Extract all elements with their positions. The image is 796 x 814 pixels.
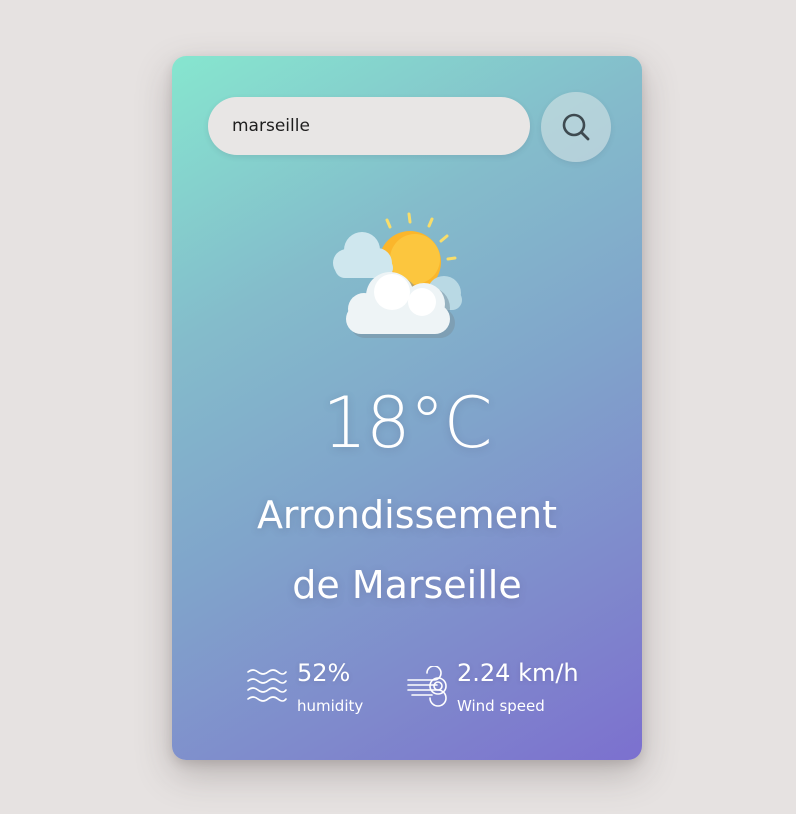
humidity-waves-icon [247,669,287,702]
humidity-stat: 52% humidity [246,656,386,726]
humidity-label: humidity [297,697,364,715]
temperature: 18°C [322,382,493,464]
city-name: Arrondissement de Marseille [192,480,622,620]
weather-card: 18°C Arrondissement de Marseille 52% hum… [172,56,642,760]
humidity-value: 52% [297,659,351,687]
weather-details: 52% humidity 2.24 km/h Wind speed [172,656,642,726]
wind-stat: 2.24 km/h Wind speed [406,656,616,726]
search-bar [208,92,614,162]
city-name-line-2: de Marseille [292,563,522,607]
search-button[interactable] [541,92,611,162]
partly-cloudy-sun-icon [333,212,462,338]
wind-icon [407,666,447,707]
wind-speed-label: Wind speed [457,697,545,715]
city-name-line-1: Arrondissement [256,493,558,537]
search-input[interactable] [208,97,530,155]
wind-speed-value: 2.24 km/h [457,659,579,687]
search-icon [562,113,590,141]
